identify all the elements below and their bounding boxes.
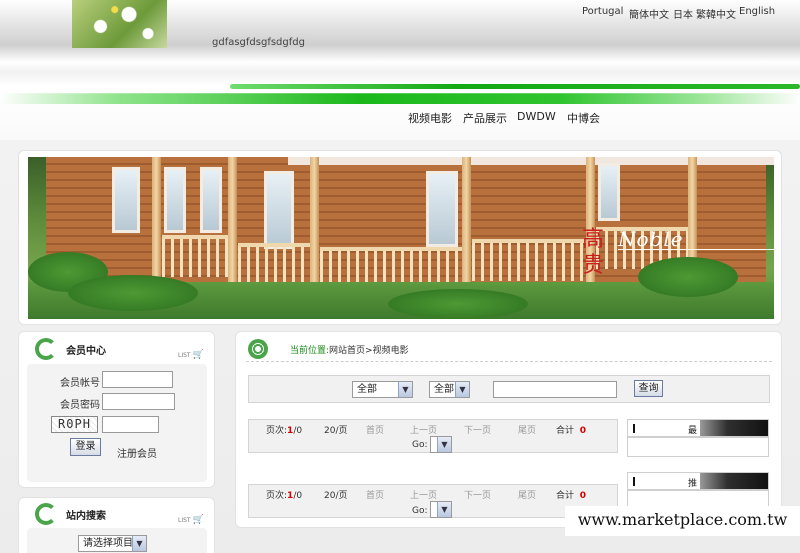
filter-select-2[interactable]: 全部 ▼ <box>429 381 470 398</box>
total: 合计 0 <box>556 426 587 436</box>
page-info: 页次:1/0 <box>266 491 303 501</box>
nav-products[interactable]: 产品展示 <box>463 110 507 126</box>
last-page-link[interactable]: 尾页 <box>518 423 536 436</box>
logo-image <box>72 0 167 48</box>
window <box>598 163 620 221</box>
header-green-bar <box>230 84 800 89</box>
house-roof <box>288 157 774 165</box>
tick-mark <box>633 424 635 433</box>
chevron-down-icon: ▼ <box>455 382 469 397</box>
per-page: 20/页 <box>324 491 348 501</box>
banner-image: 高 贵 Noble <box>28 157 774 319</box>
recommend-box-title: 推 <box>688 479 698 489</box>
window <box>264 171 294 249</box>
captcha-image: R0PH <box>51 416 98 433</box>
lang-traditional-chinese[interactable]: 繁韓中文 <box>696 6 736 21</box>
lang-simplified-chinese[interactable]: 簡体中文 <box>629 6 669 21</box>
cart-icon: 🛒 <box>192 515 204 525</box>
per-page: 20/页 <box>324 426 348 436</box>
account-label: 会员帐号 <box>60 378 100 389</box>
filter-select-1-value: 全部 <box>357 384 377 395</box>
recommend-box-header: 推 <box>627 472 769 490</box>
cart-icon: 🛒 <box>192 350 204 360</box>
password-label: 会员密码 <box>60 400 100 411</box>
prev-page-link[interactable]: 上一页 <box>410 423 437 436</box>
header-gradient <box>700 420 768 436</box>
chevron-down-icon: ▼ <box>437 502 451 517</box>
go-page-select[interactable]: ▼ <box>430 436 452 453</box>
bush <box>68 275 198 311</box>
next-page-link[interactable]: 下一页 <box>464 423 491 436</box>
porch-railing <box>162 235 228 277</box>
nav-expo[interactable]: 中博会 <box>567 110 600 126</box>
recycle-icon <box>35 503 57 525</box>
account-input[interactable] <box>102 371 173 388</box>
go-label: Go: <box>412 506 428 516</box>
register-link[interactable]: 注册会员 <box>117 445 157 460</box>
site-title: gdfasgfdsgfsdgfdg <box>212 37 305 48</box>
flower-icon <box>248 339 268 359</box>
bush <box>388 289 528 319</box>
filter-select-2-value: 全部 <box>434 384 454 395</box>
project-select-value: 请选择项目 <box>83 538 133 549</box>
banner-text-en: Noble <box>618 227 684 251</box>
nav-dwdw[interactable]: DWDW <box>517 110 556 123</box>
chevron-down-icon: ▼ <box>437 437 451 452</box>
password-input[interactable] <box>102 393 175 410</box>
watermark: www.marketplace.com.tw <box>565 506 800 536</box>
divider <box>246 361 772 362</box>
login-button[interactable]: 登录 <box>70 438 101 456</box>
breadcrumb-path[interactable]: 网站首页>视频电影 <box>329 346 409 356</box>
window <box>164 167 186 233</box>
page-info: 页次:1/0 <box>266 426 303 436</box>
site-search-title: 站内搜索 <box>66 511 106 522</box>
first-page-link[interactable]: 首页 <box>366 423 384 436</box>
recycle-icon <box>35 338 57 360</box>
chevron-down-icon: ▼ <box>398 382 412 397</box>
breadcrumb: 当前位置:网站首页>视频电影 <box>290 343 409 356</box>
window <box>426 171 458 247</box>
header: gdfasgfdsgfsdgfdg Portugal 簡体中文 日本 繁韓中文 … <box>0 0 800 140</box>
porch-railing <box>238 243 310 285</box>
last-page-link[interactable]: 尾页 <box>518 488 536 501</box>
window <box>112 167 140 233</box>
ranking-box-body <box>627 437 769 457</box>
ranking-box-title: 最 <box>688 426 698 436</box>
banner-underline <box>618 249 774 250</box>
prev-page-link[interactable]: 上一页 <box>410 488 437 501</box>
go-label: Go: <box>412 440 428 450</box>
lang-english[interactable]: English <box>739 6 775 17</box>
header-gradient <box>700 473 768 489</box>
tick-mark <box>633 477 635 486</box>
porch-railing <box>472 239 586 281</box>
chevron-down-icon: ▼ <box>132 536 146 551</box>
first-page-link[interactable]: 首页 <box>366 488 384 501</box>
lang-japanese[interactable]: 日本 <box>673 6 693 21</box>
total: 合计 0 <box>556 491 587 501</box>
next-page-link[interactable]: 下一页 <box>464 488 491 501</box>
query-button[interactable]: 查询 <box>634 380 663 397</box>
bush <box>638 257 738 297</box>
captcha-input[interactable] <box>102 416 159 433</box>
nav-video-movies[interactable]: 视频电影 <box>408 110 452 126</box>
list-link[interactable]: LIST 🛒 <box>178 350 204 360</box>
go-page-select[interactable]: ▼ <box>430 501 452 518</box>
breadcrumb-prefix: 当前位置: <box>290 346 330 356</box>
lang-portugal[interactable]: Portugal <box>582 6 623 17</box>
window <box>200 167 222 233</box>
ranking-box-header: 最 <box>627 419 769 437</box>
filter-select-1[interactable]: 全部 ▼ <box>352 381 413 398</box>
member-panel-title: 会员中心 <box>66 346 106 357</box>
banner-text-cn: 高 贵 <box>582 227 605 278</box>
keyword-input[interactable] <box>493 381 617 398</box>
list-link[interactable]: LIST 🛒 <box>178 515 204 525</box>
project-select[interactable]: 请选择项目 ▼ <box>78 535 147 552</box>
